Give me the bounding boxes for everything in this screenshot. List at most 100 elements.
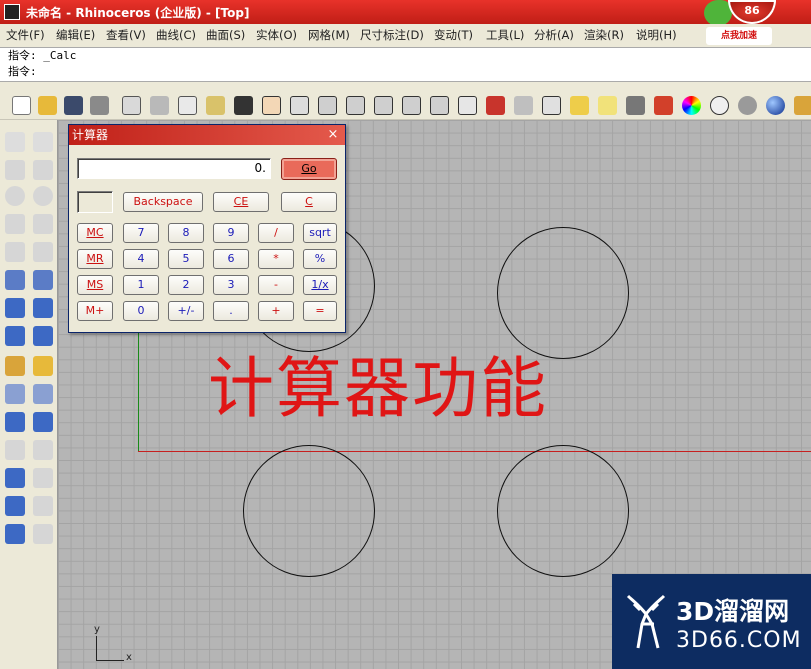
menu-render[interactable]: 渲染(R) <box>584 27 624 43</box>
menu-solid[interactable]: 实体(O) <box>256 27 297 43</box>
named-view-car-icon[interactable] <box>486 96 505 115</box>
shaded-icon[interactable] <box>738 96 757 115</box>
cplane-icon[interactable] <box>514 96 533 115</box>
join-icon[interactable] <box>5 412 25 432</box>
surface-icon[interactable] <box>5 270 25 290</box>
command-prompt[interactable]: 指令: <box>0 64 811 82</box>
digit-8-button[interactable]: 8 <box>168 223 204 243</box>
calculator-display[interactable]: 0. <box>77 158 271 179</box>
light-bulb-icon[interactable] <box>598 96 617 115</box>
clear-entry-button[interactable]: CE <box>213 192 269 212</box>
digit-6-button[interactable]: 6 <box>213 249 249 269</box>
dimension-icon[interactable] <box>33 468 53 488</box>
undo-view-icon[interactable] <box>430 96 449 115</box>
digit-5-button[interactable]: 5 <box>168 249 204 269</box>
mr-button[interactable]: MR <box>77 249 113 269</box>
print-icon[interactable] <box>90 96 109 115</box>
close-icon[interactable]: × <box>325 127 341 143</box>
menu-mesh[interactable]: 网格(M) <box>308 27 350 43</box>
menu-file[interactable]: 文件(F) <box>6 27 45 43</box>
divide-button[interactable]: / <box>258 223 294 243</box>
text-icon[interactable] <box>5 468 25 488</box>
rhino-app-icon[interactable] <box>4 4 20 20</box>
zoom-extents-icon[interactable] <box>374 96 393 115</box>
polygon-icon[interactable] <box>5 242 25 262</box>
paste-icon[interactable] <box>206 96 225 115</box>
wireframe-icon[interactable] <box>710 96 729 115</box>
digit-3-button[interactable]: 3 <box>213 275 249 295</box>
lock-icon[interactable] <box>626 96 645 115</box>
sqrt-button[interactable]: sqrt <box>303 223 337 243</box>
subtract-button[interactable]: - <box>258 275 294 295</box>
mesh-icon[interactable] <box>33 326 53 346</box>
explode-icon[interactable] <box>33 412 53 432</box>
rotate-view-icon[interactable] <box>290 96 309 115</box>
extrude-surface-icon[interactable] <box>33 270 53 290</box>
digit-0-button[interactable]: 0 <box>123 301 159 321</box>
group-icon[interactable] <box>5 496 25 516</box>
menu-dimension[interactable]: 尺寸标注(D) <box>360 27 424 43</box>
add-button[interactable]: + <box>258 301 294 321</box>
new-file-icon[interactable] <box>12 96 31 115</box>
m-plus-button[interactable]: M+ <box>77 301 113 321</box>
menu-tools[interactable]: 工具(L) <box>486 27 524 43</box>
zoom-selected-icon[interactable] <box>402 96 421 115</box>
circle-bottom-left[interactable] <box>243 445 375 577</box>
curve-icon[interactable] <box>33 160 53 180</box>
rectangle-icon[interactable] <box>33 214 53 234</box>
boolean-icon[interactable] <box>33 298 53 318</box>
digit-2-button[interactable]: 2 <box>168 275 204 295</box>
curve-from-object-icon[interactable] <box>5 440 25 460</box>
ellipse-icon[interactable] <box>33 186 53 206</box>
export-icon[interactable] <box>122 96 141 115</box>
pencil-icon[interactable] <box>794 96 811 115</box>
open-folder-icon[interactable] <box>38 96 57 115</box>
circle-icon[interactable] <box>5 186 25 206</box>
offset-icon[interactable] <box>33 440 53 460</box>
copy-icon[interactable] <box>178 96 197 115</box>
go-button[interactable]: Go <box>281 158 337 180</box>
menu-curve[interactable]: 曲线(C) <box>156 27 196 43</box>
digit-4-button[interactable]: 4 <box>123 249 159 269</box>
circle-bottom-right[interactable] <box>497 445 629 577</box>
settings-gear-icon[interactable] <box>5 356 25 376</box>
properties-icon[interactable] <box>33 496 53 516</box>
pan-hand-icon[interactable] <box>262 96 281 115</box>
split-icon[interactable] <box>33 384 53 404</box>
menu-surface[interactable]: 曲面(S) <box>206 27 245 43</box>
osnap-icon[interactable] <box>542 96 561 115</box>
menu-help[interactable]: 说明(H) <box>636 27 677 43</box>
select-point-icon[interactable] <box>570 96 589 115</box>
sign-toggle-button[interactable]: +/- <box>168 301 204 321</box>
point-icon[interactable] <box>33 132 53 152</box>
array-icon[interactable] <box>33 524 53 544</box>
percent-button[interactable]: % <box>303 249 337 269</box>
backspace-button[interactable]: Backspace <box>123 192 203 212</box>
fillet-curve-icon[interactable] <box>33 242 53 262</box>
save-icon[interactable] <box>64 96 83 115</box>
polyline-icon[interactable] <box>5 160 25 180</box>
clear-button[interactable]: C <box>281 192 337 212</box>
layer-icon[interactable] <box>654 96 673 115</box>
zoom-icon[interactable] <box>318 96 337 115</box>
box-solid-icon[interactable] <box>5 298 25 318</box>
digit-9-button[interactable]: 9 <box>213 223 249 243</box>
four-viewports-icon[interactable] <box>458 96 477 115</box>
menu-analyze[interactable]: 分析(A) <box>534 27 574 43</box>
color-wheel-icon[interactable] <box>682 96 701 115</box>
digit-7-button[interactable]: 7 <box>123 223 159 243</box>
decimal-button[interactable]: . <box>213 301 249 321</box>
select-arrow-icon[interactable] <box>5 132 25 152</box>
multiply-button[interactable]: * <box>258 249 294 269</box>
mc-button[interactable]: MC <box>77 223 113 243</box>
zoom-window-icon[interactable] <box>346 96 365 115</box>
reciprocal-button[interactable]: 1/x <box>303 275 337 295</box>
move-icon[interactable] <box>5 384 25 404</box>
arc-icon[interactable] <box>5 214 25 234</box>
digit-1-button[interactable]: 1 <box>123 275 159 295</box>
render-icon[interactable] <box>766 96 785 115</box>
ms-button[interactable]: MS <box>77 275 113 295</box>
cylinder-icon[interactable] <box>5 326 25 346</box>
speedup-button[interactable]: 点我加速 <box>706 27 772 45</box>
equals-button[interactable]: = <box>303 301 337 321</box>
